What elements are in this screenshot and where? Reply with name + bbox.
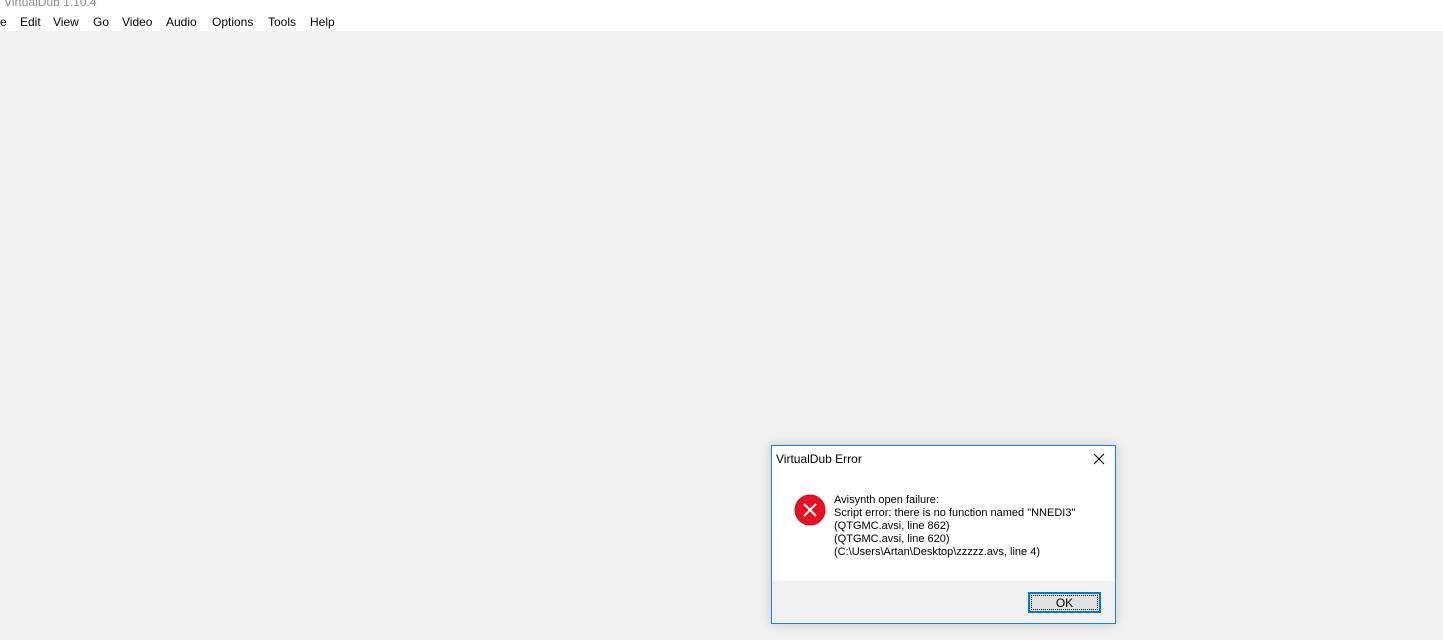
menu-video[interactable]: Video <box>122 15 152 29</box>
title-bar: VirtualDub 1.10.4 <box>0 0 1443 10</box>
message-line: (QTGMC.avsi, line 620) <box>834 533 950 545</box>
menu-edit[interactable]: Edit <box>20 15 41 29</box>
error-icon <box>794 494 826 526</box>
close-icon[interactable] <box>1089 450 1109 468</box>
message-line: Avisynth open failure: <box>834 494 939 506</box>
menu-options[interactable]: Options <box>212 15 253 29</box>
message-line: (C:\Users\Artan\Desktop\zzzzz.avs, line … <box>834 546 1041 558</box>
message-line: (QTGMC.avsi, line 862) <box>834 520 950 532</box>
dialog-title: VirtualDub Error <box>776 452 862 466</box>
dialog-footer: OK <box>772 581 1115 623</box>
menu-bar: e Edit View Go Video Audio Options Tools… <box>0 10 1443 32</box>
error-dialog: VirtualDub Error Avisynth open failure: … <box>771 445 1116 624</box>
dialog-body: Avisynth open failure: Script error: the… <box>772 476 1115 581</box>
error-message: Avisynth open failure: Script error: the… <box>834 494 1075 559</box>
menu-view[interactable]: View <box>53 15 79 29</box>
ok-button[interactable]: OK <box>1028 592 1101 613</box>
window-title: VirtualDub 1.10.4 <box>4 0 97 9</box>
virtualdub-app-window: VirtualDub 1.10.4 e Edit View Go Video A… <box>0 0 1443 640</box>
ok-button-label: OK <box>1055 595 1074 610</box>
menu-help[interactable]: Help <box>310 15 335 29</box>
message-line: Script error: there is no function named… <box>834 507 1076 519</box>
menu-file[interactable]: e <box>0 15 7 29</box>
workspace-area <box>0 32 1443 640</box>
menu-tools[interactable]: Tools <box>268 15 296 29</box>
menu-go[interactable]: Go <box>93 15 109 29</box>
menu-audio[interactable]: Audio <box>166 15 197 29</box>
